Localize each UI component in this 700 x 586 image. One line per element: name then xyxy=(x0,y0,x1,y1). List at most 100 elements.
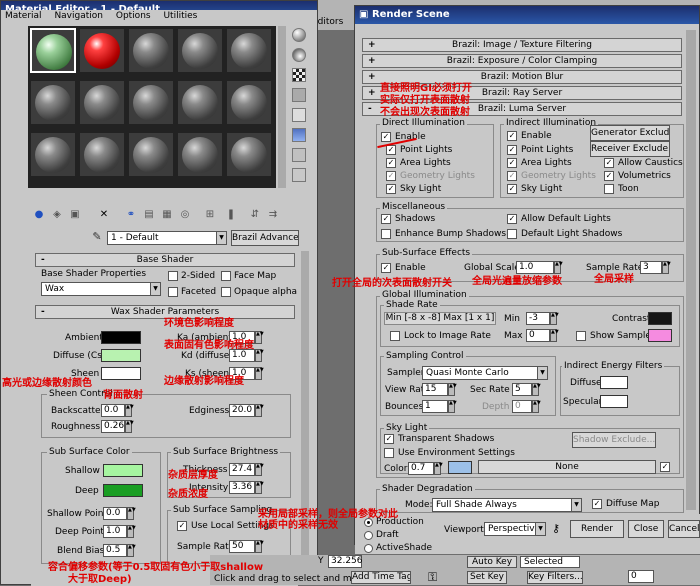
global-scale-input[interactable]: 1.0 xyxy=(516,261,554,274)
max-spinner[interactable]: ▲▼ xyxy=(550,329,559,342)
y-coordinate-field[interactable]: 32.256 xyxy=(328,555,363,568)
sample-type-icon[interactable] xyxy=(292,28,306,42)
ss-sample-rate-spinner[interactable]: ▲▼ xyxy=(255,540,264,553)
min-input[interactable]: -3 xyxy=(526,312,550,325)
put-to-scene-icon[interactable]: ◈ xyxy=(51,209,63,221)
go-to-parent-icon[interactable]: ⇵ xyxy=(249,209,261,221)
activeshade-radio[interactable] xyxy=(364,544,373,553)
direct-point-lights-checkbox[interactable]: ✓ xyxy=(386,145,396,155)
ka-spinner[interactable]: ▲▼ xyxy=(255,331,264,344)
view-rate-spinner[interactable]: ▲▼ xyxy=(448,383,457,396)
slot-scrollbar[interactable] xyxy=(278,26,286,188)
use-local-settings-checkbox[interactable]: ✓ xyxy=(177,521,187,531)
show-map-in-viewport-icon[interactable]: ⊞ xyxy=(204,209,216,221)
shadow-exclude-button[interactable]: Shadow Exclude... xyxy=(572,432,656,448)
sample-slot-4[interactable] xyxy=(177,28,223,73)
allow-default-lights-checkbox[interactable]: ✓ xyxy=(507,214,517,224)
rollout-wax-shader[interactable]: - Wax Shader Parameters xyxy=(35,305,295,319)
shadows-checkbox[interactable]: ✓ xyxy=(381,214,391,224)
make-unique-icon[interactable]: ▤ xyxy=(143,209,155,221)
key-filters-button[interactable]: Key Filters... xyxy=(527,571,583,584)
thickness-spinner[interactable]: ▲▼ xyxy=(255,463,264,476)
sample-slot-7[interactable] xyxy=(79,80,125,125)
sample-slot-3[interactable] xyxy=(128,28,174,73)
render-scene-scrollbar[interactable] xyxy=(686,30,696,510)
enhance-bump-checkbox[interactable] xyxy=(381,229,391,239)
contrast-color-swatch[interactable] xyxy=(648,312,672,325)
diffuse-map-checkbox[interactable]: ✓ xyxy=(592,499,602,509)
ss-sample-rate-input[interactable]: 50 xyxy=(229,540,255,553)
sample-slot-2[interactable] xyxy=(79,28,125,73)
draft-radio[interactable] xyxy=(364,531,373,540)
sampler-select[interactable]: Quasi Monte Carlo ▼ xyxy=(422,366,548,380)
indirect-geometry-lights-checkbox[interactable]: ✓ xyxy=(507,171,517,181)
viewport-select[interactable]: Perspective ▼ xyxy=(484,522,546,536)
direct-geometry-lights-checkbox[interactable]: ✓ xyxy=(386,171,396,181)
blend-bias-spinner[interactable]: ▲▼ xyxy=(127,544,136,557)
sample-slot-10[interactable] xyxy=(226,80,272,125)
put-to-library-icon[interactable]: ▦ xyxy=(161,209,173,221)
sky-map-checkbox[interactable]: ✓ xyxy=(660,462,670,472)
default-light-shadows-checkbox[interactable] xyxy=(507,229,517,239)
auto-key-button[interactable]: Auto Key xyxy=(467,556,517,568)
backscatter-input[interactable]: 0.0 xyxy=(101,404,125,417)
sample-uv-tiling-icon[interactable] xyxy=(292,88,306,102)
show-end-result-icon[interactable]: ❚ xyxy=(225,209,237,221)
face-map-checkbox[interactable] xyxy=(221,271,231,281)
roughness-spinner[interactable]: ▲▼ xyxy=(125,420,134,433)
close-button[interactable]: Close xyxy=(628,520,664,538)
sample-slot-6[interactable] xyxy=(30,80,76,125)
sample-slot-9[interactable] xyxy=(177,80,223,125)
render-button[interactable]: Render xyxy=(570,520,624,538)
rollout-image-texture-filtering[interactable]: + Brazil: Image / Texture Filtering xyxy=(362,38,682,52)
sample-slot-5[interactable] xyxy=(226,28,272,73)
direct-sky-light-checkbox[interactable]: ✓ xyxy=(386,184,396,194)
bounces-spinner[interactable]: ▲▼ xyxy=(448,400,457,413)
direct-enable-checkbox[interactable]: ✓ xyxy=(381,132,391,142)
material-name-field[interactable]: 1 - Default ▼ xyxy=(107,231,227,245)
sky-color-swatch[interactable] xyxy=(448,461,472,474)
generator-exclude-button[interactable]: Generator Exclude... xyxy=(590,125,670,141)
sky-color-spinner[interactable]: ▲▼ xyxy=(434,462,443,475)
opaque-alpha-checkbox[interactable] xyxy=(221,287,231,297)
deep-color-swatch[interactable] xyxy=(103,484,143,497)
diffuse-color-swatch[interactable] xyxy=(101,349,141,362)
indirect-enable-checkbox[interactable]: ✓ xyxy=(507,131,517,141)
faceted-checkbox[interactable] xyxy=(168,287,178,297)
rollout-exposure[interactable]: + Brazil: Exposure / Color Clamping xyxy=(362,54,682,68)
sheen-color-swatch[interactable] xyxy=(101,367,141,380)
roughness-input[interactable]: 0.26 xyxy=(101,420,125,433)
material-type-button[interactable]: Brazil Advanced xyxy=(231,230,299,246)
use-environment-checkbox[interactable] xyxy=(384,448,394,458)
menu-navigation[interactable]: Navigation xyxy=(54,11,103,21)
depth-input[interactable]: 0 xyxy=(512,400,532,413)
make-copy-icon[interactable]: ⚭ xyxy=(125,209,137,221)
indirect-sky-light-checkbox[interactable]: ✓ xyxy=(507,184,517,194)
two-sided-checkbox[interactable] xyxy=(168,271,178,281)
pick-material-icon[interactable]: ✎ xyxy=(91,231,103,243)
video-color-check-icon[interactable] xyxy=(292,108,306,122)
get-material-icon[interactable]: ● xyxy=(33,209,45,221)
rollout-motion-blur[interactable]: + Brazil: Motion Blur xyxy=(362,70,682,84)
sample-slot-8[interactable] xyxy=(128,80,174,125)
shallow-point-input[interactable]: 0.0 xyxy=(103,507,127,520)
menu-material[interactable]: Material xyxy=(5,11,42,21)
assign-material-icon[interactable]: ▣ xyxy=(69,209,81,221)
edginess-input[interactable]: 20.0 xyxy=(229,404,255,417)
add-time-tag-button[interactable]: Add Time Tag xyxy=(351,571,411,584)
menu-utilities[interactable]: Utilities xyxy=(163,11,197,21)
sse-sample-rate-spinner[interactable]: ▲▼ xyxy=(662,261,671,274)
sample-slot-14[interactable] xyxy=(177,132,223,177)
lock-to-image-rate-checkbox[interactable] xyxy=(390,331,400,341)
reset-map-icon[interactable]: ✕ xyxy=(98,209,110,221)
shallow-color-swatch[interactable] xyxy=(103,464,143,477)
make-preview-icon[interactable] xyxy=(292,128,306,142)
sample-slot-11[interactable] xyxy=(30,132,76,177)
lock-icon[interactable]: ⚷ xyxy=(552,522,560,535)
indirect-point-lights-checkbox[interactable]: ✓ xyxy=(507,145,517,155)
indirect-area-lights-checkbox[interactable]: ✓ xyxy=(507,158,517,168)
view-rate-input[interactable]: 15 xyxy=(422,383,448,396)
deep-point-input[interactable]: 1.0 xyxy=(103,525,127,538)
backscatter-spinner[interactable]: ▲▼ xyxy=(125,404,134,417)
frame-field[interactable]: 0 xyxy=(628,570,654,583)
